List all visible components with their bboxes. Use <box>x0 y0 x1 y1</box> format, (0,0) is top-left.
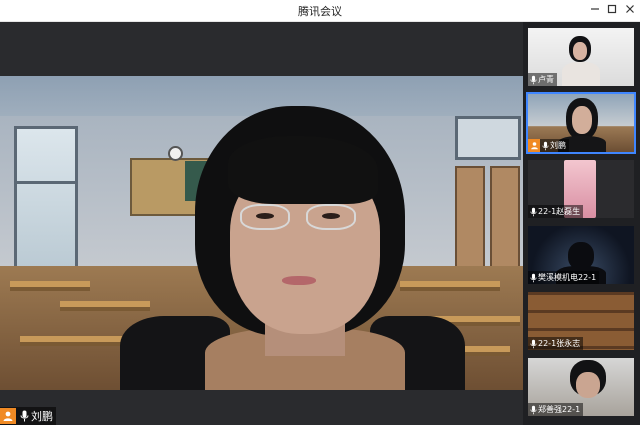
main-video[interactable] <box>0 76 523 390</box>
participant-label: 郑善强22-1 <box>528 403 584 416</box>
participant-name: 刘鹏 <box>550 141 566 150</box>
close-button[interactable] <box>621 1 639 19</box>
participant-name: 卢青 <box>538 75 554 84</box>
desk <box>400 281 500 291</box>
mouth <box>282 276 316 285</box>
microphone-icon <box>528 272 538 284</box>
participant-sidebar: 卢青 刘鹏 22-1赵磊生 樊溪模机电22-1 22-1张永志 郑善强22-1 <box>523 22 640 425</box>
host-badge <box>528 139 540 152</box>
participant-name: 郑善强22-1 <box>538 405 581 414</box>
participant-tile[interactable]: 22-1张永志 <box>528 292 634 350</box>
participant-label: 22-1张永志 <box>528 337 584 350</box>
main-video-label: 刘鹏 <box>0 407 56 425</box>
participant-tile[interactable]: 樊溪模机电22-1 <box>528 226 634 284</box>
host-badge <box>0 408 16 424</box>
shirt <box>562 62 600 86</box>
participant-name: 樊溪模机电22-1 <box>538 273 597 282</box>
microphone-icon <box>528 74 538 86</box>
classroom-door <box>455 166 485 276</box>
participant-label: 22-1赵磊生 <box>528 205 584 218</box>
desk <box>60 301 150 311</box>
microphone-icon <box>18 409 30 423</box>
glasses <box>240 204 290 230</box>
participant-label: 卢青 <box>528 73 557 86</box>
desk <box>10 281 90 291</box>
participant-label: 樊溪模机电22-1 <box>528 271 600 284</box>
microphone-icon <box>540 140 550 152</box>
classroom-window <box>14 126 78 286</box>
maximize-button[interactable] <box>603 1 621 19</box>
classroom-door-2 <box>490 166 520 276</box>
close-icon <box>626 5 634 13</box>
hair-fringe <box>228 136 378 204</box>
glasses <box>306 204 356 230</box>
microphone-icon <box>528 404 538 416</box>
participant-tile[interactable]: 郑善强22-1 <box>528 358 634 416</box>
participant-label: 刘鹏 <box>528 139 569 152</box>
participant-tile[interactable]: 22-1赵磊生 <box>528 160 634 218</box>
title-bar: 腾讯会议 <box>0 0 640 22</box>
face <box>573 42 587 60</box>
main-participant-name: 刘鹏 <box>31 410 53 423</box>
main-stage: 刘鹏 <box>0 22 523 425</box>
window-title: 腾讯会议 <box>298 5 342 18</box>
person-icon <box>3 411 13 421</box>
classroom-window-right <box>455 116 521 160</box>
desk <box>20 336 130 346</box>
wall-clock <box>168 146 183 161</box>
participant-name: 22-1赵磊生 <box>538 207 581 216</box>
maximize-icon <box>607 4 617 14</box>
face <box>576 372 600 398</box>
minimize-icon <box>591 8 599 10</box>
participant-name: 22-1张永志 <box>538 339 581 348</box>
participant-tile[interactable]: 卢青 <box>528 28 634 86</box>
participant-tile-active[interactable]: 刘鹏 <box>526 92 636 154</box>
minimize-button[interactable] <box>586 1 604 19</box>
window-frame <box>14 181 78 184</box>
microphone-icon <box>528 338 538 350</box>
face <box>572 106 592 134</box>
microphone-icon <box>528 206 538 218</box>
